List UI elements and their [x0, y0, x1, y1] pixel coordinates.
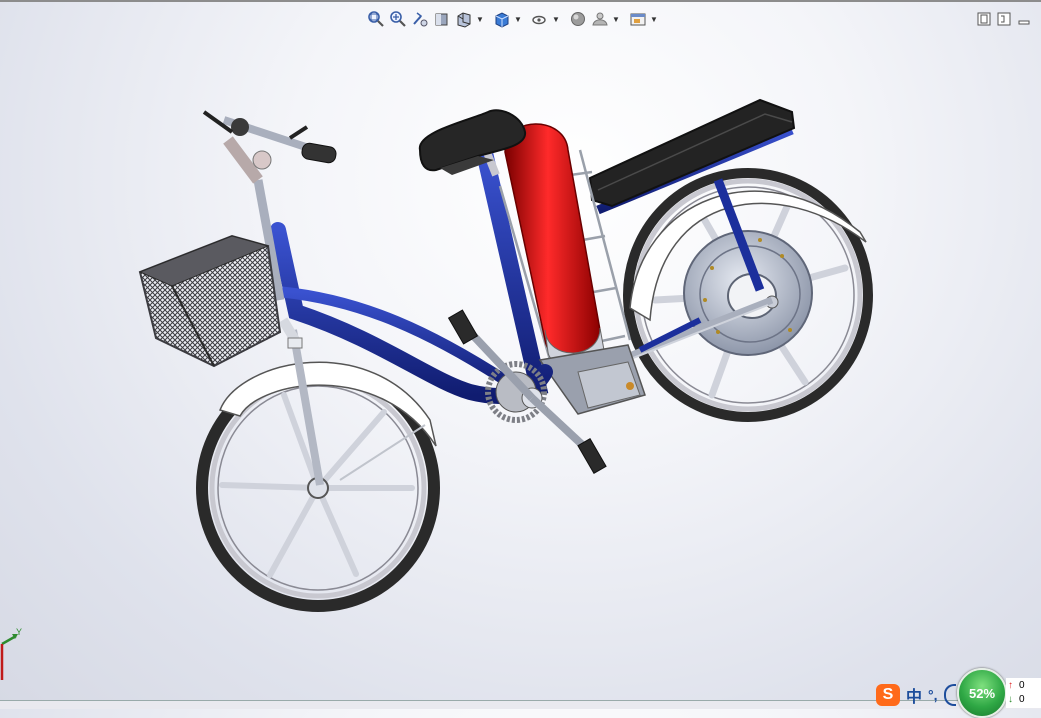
sogou-logo-icon[interactable]: S: [876, 684, 900, 706]
reference-triad: Y: [0, 627, 30, 684]
ime-punctuation-toggle[interactable]: °,: [928, 687, 938, 703]
front-basket: [138, 234, 282, 368]
triad-y-label: Y: [16, 627, 23, 637]
download-speed: 0: [1019, 693, 1025, 705]
upload-speed: 0: [1019, 679, 1025, 691]
network-monitor-badge[interactable]: 52%: [957, 668, 1007, 718]
model-viewport[interactable]: [0, 0, 1041, 708]
rear-wheel: [623, 168, 873, 422]
ime-mode-toggle[interactable]: 中: [906, 683, 922, 707]
handlebar: [202, 110, 337, 184]
network-speeds: ↑ 0 ↓ 0: [1006, 678, 1041, 708]
network-usage-value: 52%: [968, 685, 996, 701]
download-arrow-icon: ↓: [1008, 693, 1013, 705]
upload-arrow-icon: ↑: [1008, 679, 1013, 691]
ime-toolbar[interactable]: S 中 °,: [876, 683, 956, 707]
ime-halfwidth-icon[interactable]: [943, 684, 956, 706]
